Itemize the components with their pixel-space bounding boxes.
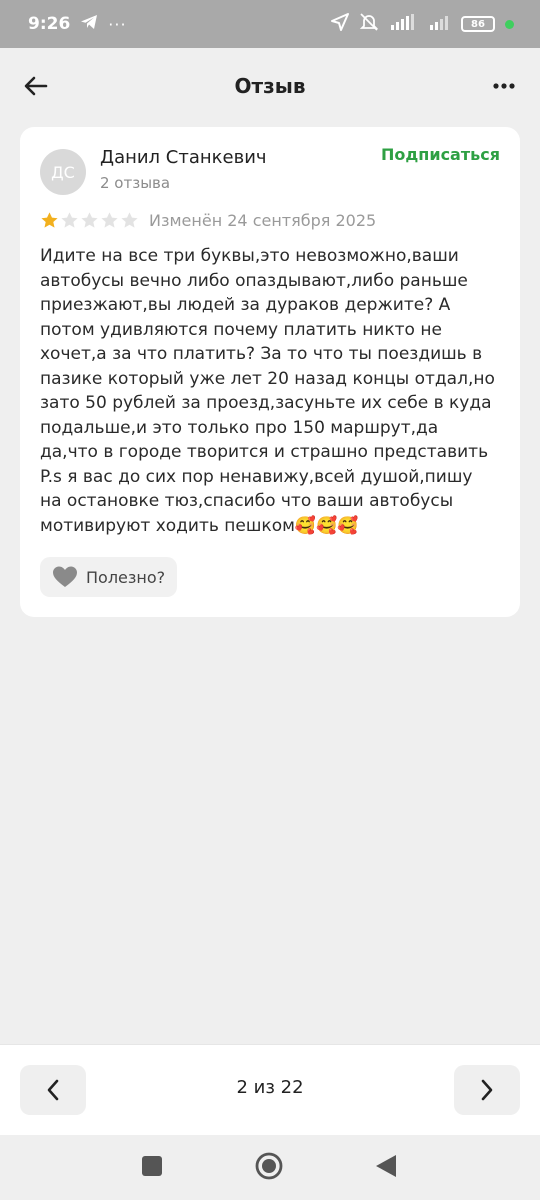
subscribe-button[interactable]: Подписаться [381, 145, 500, 164]
author-name[interactable]: Данил Станкевич [100, 147, 267, 168]
review-text-line: зато 50 рублей за проезд,засуньте их себ… [40, 393, 492, 413]
home-button[interactable] [255, 1152, 283, 1184]
home-circle-icon [255, 1152, 283, 1180]
status-bar: 9:26 ··· 86 [0, 0, 540, 48]
more-horizontal-icon [493, 83, 515, 89]
review-text-line: Идите на все три буквы,это невозможно,ва… [40, 246, 459, 266]
star-empty-icon [101, 212, 118, 228]
telegram-icon [80, 14, 98, 35]
back-nav-button[interactable] [374, 1153, 398, 1183]
status-right: 86 [331, 12, 514, 37]
review-text-line: подальше,и это только про 150 маршрут,да [40, 417, 439, 438]
more-options-button[interactable] [488, 72, 520, 100]
review-text-line: P.s я вас до сих пор ненавижу,всей душой… [40, 466, 473, 487]
active-dot [505, 19, 514, 29]
location-icon [331, 12, 349, 36]
review-text: Идите на все три буквы,это невозможно,ва… [40, 244, 505, 538]
author-review-count: 2 отзыва [100, 174, 171, 192]
review-text-line: хочет,а за что платить? За то что ты пое… [40, 344, 483, 364]
helpful-label: Полезно? [86, 567, 166, 587]
avatar[interactable]: ДС [40, 149, 86, 195]
triangle-back-icon [376, 1155, 396, 1177]
review-text-line: автобусы вечно либо опаздывают,либо рань… [40, 270, 468, 291]
heart-icon [53, 566, 77, 587]
review-text-line: мотивируют ходить пешком🥰🥰🥰 [40, 515, 359, 536]
review-text-line: пазике который уже лет 20 назад концы от… [40, 368, 495, 389]
more-notifications-icon: ··· [108, 14, 127, 34]
muted-bell-icon [359, 12, 379, 37]
edited-date: Изменён 24 сентября 2025 [149, 211, 377, 230]
rating-row: Изменён 24 сентября 2025 [40, 211, 376, 230]
back-button[interactable] [20, 70, 52, 102]
page-title: Отзыв [234, 74, 306, 98]
review-text-line: да,что в городе творится и страшно предс… [40, 442, 489, 462]
status-left: 9:26 ··· [28, 14, 127, 35]
review-text-line: потом удивляются почему платить никто не [40, 319, 442, 340]
star-empty-icon [121, 212, 138, 228]
review-card: ДС Данил Станкевич 2 отзыва Подписаться … [20, 127, 520, 617]
arrow-left-icon [24, 76, 48, 96]
star-empty-icon [81, 212, 98, 228]
star-empty-icon [61, 212, 78, 228]
helpful-button[interactable]: Полезно? [40, 557, 178, 597]
chevron-right-icon [481, 1079, 493, 1101]
top-bar: Отзыв [0, 48, 540, 124]
pager: 2 из 22 [0, 1044, 540, 1135]
square-icon [142, 1156, 162, 1176]
next-review-button[interactable] [454, 1065, 520, 1115]
system-nav-bar [0, 1135, 540, 1200]
status-time: 9:26 [28, 14, 71, 34]
signal-icon-2 [429, 14, 451, 35]
review-text-line: на остановке тюз,спасибо что ваши автобу… [40, 491, 454, 511]
recents-button[interactable] [141, 1155, 163, 1181]
battery-indicator: 86 [461, 16, 495, 32]
signal-icon [389, 13, 419, 35]
review-text-line: приезжают,вы людей за дураков держите? А [40, 295, 451, 315]
star-filled-icon [41, 212, 58, 228]
star-rating [40, 211, 139, 230]
